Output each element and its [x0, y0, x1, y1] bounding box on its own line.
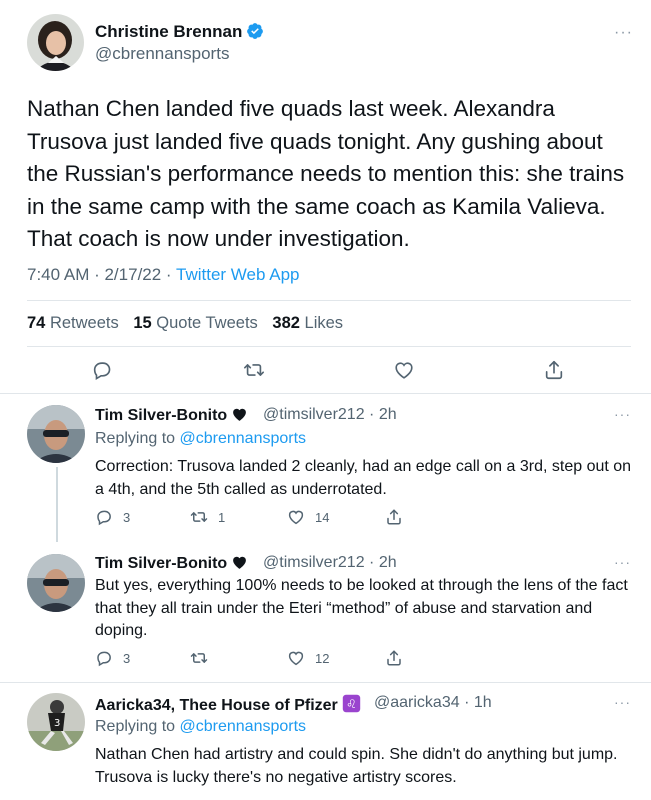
heart-icon — [288, 651, 304, 666]
retweet-count: 1 — [218, 509, 226, 525]
reply-avatar[interactable] — [27, 554, 85, 612]
reply-handle[interactable]: @timsilver212 · 2h — [263, 406, 397, 424]
tweet-timestamp[interactable]: 7:40 AM · 2/17/22 · — [27, 265, 172, 284]
replying-to-link[interactable]: @cbrennansports — [180, 718, 307, 735]
reply-icon — [97, 510, 111, 526]
divider — [27, 346, 631, 347]
tweet-meta: 7:40 AM · 2/17/22 · Twitter Web App — [27, 265, 299, 285]
share-icon — [545, 360, 563, 380]
like-button[interactable]: 12 — [287, 649, 329, 667]
retweet-button[interactable] — [243, 359, 265, 381]
like-count: 12 — [315, 650, 330, 666]
retweet-button[interactable] — [190, 649, 208, 667]
like-button[interactable] — [393, 359, 415, 381]
retweets-stat[interactable]: 74 Retweets — [27, 314, 119, 332]
divider — [0, 682, 651, 683]
divider — [27, 300, 631, 301]
reply-count: 3 — [123, 650, 131, 666]
replying-to: Replying to @cbrennansports — [95, 430, 307, 447]
reply-button[interactable]: 3 — [95, 508, 130, 526]
author-avatar[interactable] — [27, 14, 84, 71]
tweet-stats: 74 Retweets 15 Quote Tweets 382 Likes — [27, 314, 353, 333]
like-count: 14 — [315, 509, 330, 525]
share-button[interactable] — [385, 508, 403, 526]
reply-button[interactable]: 3 — [95, 649, 130, 667]
reply-author-name[interactable]: Aaricka34, Thee House of Pfizer ♌ — [95, 694, 361, 718]
heart-badge-icon — [231, 554, 248, 576]
reply-icon — [97, 651, 111, 667]
heart-icon — [288, 510, 304, 525]
reply-text: Correction: Trusova landed 2 cleanly, ha… — [95, 458, 632, 498]
leo-zodiac-badge-icon: ♌ — [342, 694, 361, 718]
tweet-source-app[interactable]: Twitter Web App — [176, 265, 299, 284]
retweet-button[interactable]: 1 — [190, 508, 225, 526]
more-options-icon[interactable]: ··· — [614, 24, 633, 42]
quote-tweets-stat[interactable]: 15 Quote Tweets — [133, 314, 257, 332]
svg-text:3: 3 — [54, 718, 60, 729]
reply-avatar[interactable] — [27, 405, 85, 463]
author-handle[interactable]: @cbrennansports — [95, 44, 229, 64]
reply-author-name[interactable]: Tim Silver-Bonito — [95, 554, 248, 576]
reply-icon — [93, 362, 111, 380]
retweet-icon — [190, 512, 208, 522]
like-button[interactable]: 14 — [287, 508, 329, 526]
share-icon — [387, 650, 401, 666]
share-button[interactable] — [385, 649, 403, 667]
share-button[interactable] — [543, 359, 565, 381]
more-options-icon[interactable]: ··· — [614, 406, 631, 422]
reply-button[interactable] — [91, 359, 113, 381]
divider — [0, 393, 651, 394]
more-options-icon[interactable]: ··· — [614, 554, 631, 570]
reply-avatar[interactable]: 3 — [27, 693, 85, 751]
reply-handle[interactable]: @timsilver212 · 2h — [263, 554, 397, 572]
tweet-text: Nathan Chen landed five quads last week.… — [27, 96, 631, 251]
svg-text:♌: ♌ — [346, 697, 357, 711]
reply-text: But yes, everything 100% needs to be loo… — [95, 577, 628, 639]
thread-connector-line — [56, 467, 58, 542]
reply-count: 3 — [123, 509, 131, 525]
likes-stat[interactable]: 382 Likes — [272, 314, 343, 332]
heart-badge-icon — [231, 406, 248, 428]
reply-text: Nathan Chen had artistry and could spin.… — [95, 746, 618, 786]
replying-to-link[interactable]: @cbrennansports — [180, 430, 307, 447]
share-icon — [387, 509, 401, 525]
retweet-icon — [190, 653, 208, 663]
heart-icon — [395, 362, 413, 379]
replying-to: Replying to @cbrennansports — [95, 718, 307, 735]
reply-author-name[interactable]: Tim Silver-Bonito — [95, 406, 248, 428]
more-options-icon[interactable]: ··· — [614, 694, 631, 710]
reply-handle[interactable]: @aaricka34 · 1h — [374, 694, 492, 712]
author-name[interactable]: Christine Brennan — [95, 22, 264, 45]
verified-badge-icon — [246, 22, 264, 45]
retweet-icon — [244, 364, 264, 376]
